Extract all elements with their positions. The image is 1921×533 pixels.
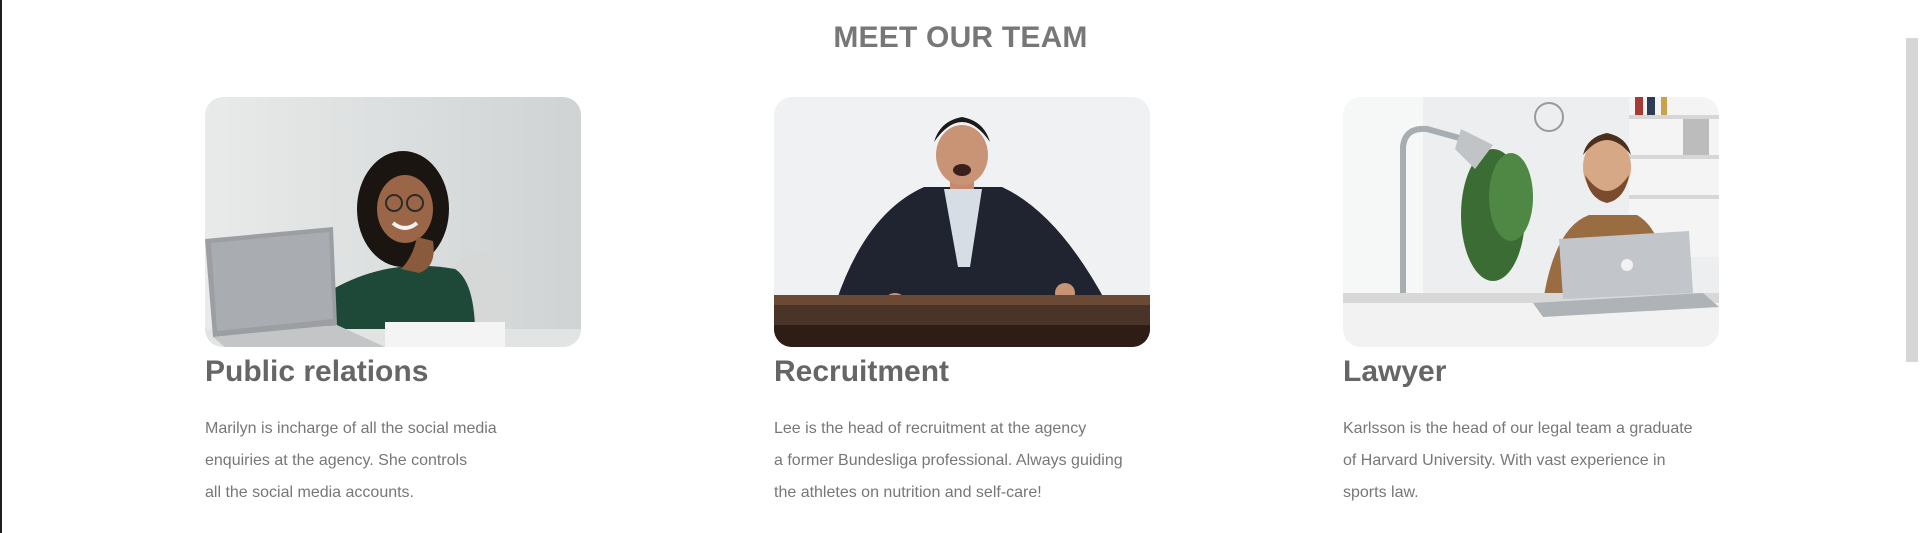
team-description-line: all the social media accounts. — [205, 484, 414, 501]
man-shouting-at-desk-photo — [774, 97, 1150, 347]
woman-with-laptop-photo — [205, 97, 581, 347]
team-description-line: of Harvard University. With vast experie… — [1343, 452, 1666, 469]
team-description-line: enquiries at the agency. She controls — [205, 452, 468, 469]
team-description-line: Karlsson is the head of our legal team a… — [1343, 420, 1693, 437]
team-description-line: Marilyn is incharge of all the social me… — [205, 420, 497, 437]
team-description: Marilyn is incharge of all the social me… — [205, 413, 581, 509]
man-at-office-desk-photo — [1343, 97, 1719, 347]
team-description-line: Lee is the head of recruitment at the ag… — [774, 420, 1087, 437]
team-photo-lawyer — [1343, 97, 1719, 347]
team-description-line: the athletes on nutrition and self-care! — [774, 484, 1042, 501]
team-card-public-relations: Public relations Marilyn is incharge of … — [205, 97, 581, 509]
team-description-line: sports law. — [1343, 484, 1419, 501]
team-role-title: Recruitment — [774, 355, 950, 388]
team-description: Karlsson is the head of our legal team a… — [1343, 413, 1719, 509]
team-description: Lee is the head of recruitment at the ag… — [774, 413, 1150, 509]
section-title: MEET OUR TEAM — [833, 21, 1088, 54]
vertical-scrollbar[interactable] — [1906, 38, 1918, 362]
team-role-title: Public relations — [205, 355, 429, 388]
window-left-edge — [0, 0, 2, 533]
team-card-lawyer: Lawyer Karlsson is the head of our legal… — [1343, 97, 1719, 509]
team-photo-recruitment — [774, 97, 1150, 347]
team-card-recruitment: Recruitment Lee is the head of recruitme… — [774, 97, 1150, 509]
team-description-line: a former Bundesliga professional. Always… — [774, 452, 1123, 469]
team-photo-public-relations — [205, 97, 581, 347]
team-role-title: Lawyer — [1343, 355, 1447, 388]
